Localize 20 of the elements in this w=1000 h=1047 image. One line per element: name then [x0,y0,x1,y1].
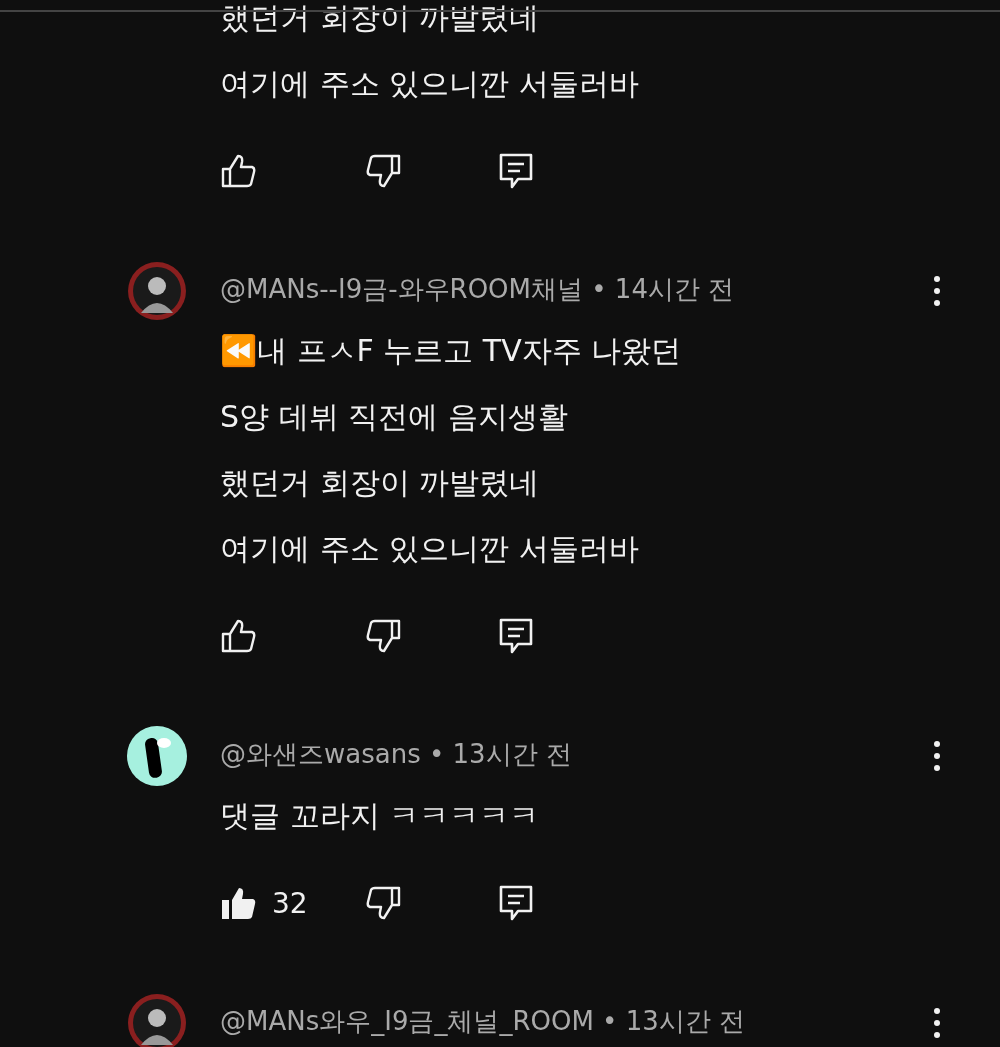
reply-button[interactable] [498,884,534,922]
reply-button[interactable] [498,152,534,190]
like-count: 32 [272,886,308,920]
comment-text: 했던거 회장이 까발렸네 [220,464,541,502]
reply-icon [498,152,534,190]
comment-meta: @MANs--I9금-와우ROOM채널 • 14시간 전 [220,273,736,306]
avatar-icon[interactable] [127,726,187,786]
reply-button[interactable] [498,617,534,655]
avatar-icon[interactable] [127,993,187,1047]
avatar-icon[interactable] [127,261,187,321]
comment-text: 여기에 주소 있으니깐 서둘러바 [220,65,640,103]
reply-icon [498,617,534,655]
comment-text: S양 데뷔 직전에 음지생활 [220,398,569,436]
comment-text: 댓글 꼬라지 ㅋㅋㅋㅋㅋ [220,797,541,835]
like-button[interactable]: 32 [220,885,366,921]
comment-text: ⏪내 프ㅅF 누르고 TV자주 나왔던 [220,332,683,370]
comment-meta: @MANs와우_I9금_체널_ROOM • 13시간 전 [220,1005,747,1038]
comment-meta: @와샌즈wasans • 13시간 전 [220,738,573,771]
reply-icon [498,884,534,922]
comment-text: 여기에 주소 있으니깐 서둘러바 [220,530,640,568]
